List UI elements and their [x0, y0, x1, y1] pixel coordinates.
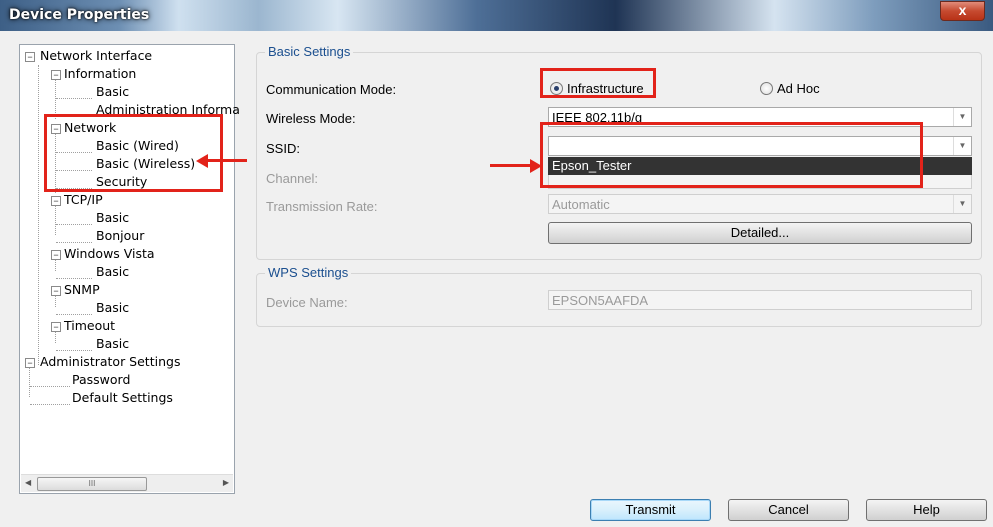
- tree-item-timeout-basic[interactable]: Basic: [96, 336, 129, 351]
- tree-connector: [55, 331, 56, 343]
- device-name-value: EPSON5AAFDA: [552, 293, 649, 308]
- tree-item-network-interface[interactable]: Network Interface: [40, 48, 152, 63]
- tree-item-information[interactable]: Information: [64, 66, 136, 81]
- properties-panel: Basic Settings Communication Mode: Infra…: [246, 38, 993, 486]
- tree-connector: [56, 224, 92, 225]
- window-title: Device Properties: [9, 7, 150, 23]
- communication-mode-label: Communication Mode:: [266, 82, 397, 97]
- detailed-button[interactable]: Detailed...: [548, 222, 972, 244]
- collapse-icon[interactable]: −: [51, 250, 61, 260]
- tree-connector: [55, 205, 56, 235]
- annotation-arrowhead-left: [196, 154, 208, 168]
- scroll-thumb[interactable]: III: [37, 477, 147, 491]
- transmission-rate-label: Transmission Rate:: [266, 199, 378, 214]
- basic-settings-title: Basic Settings: [265, 44, 354, 59]
- tree-item-snmp[interactable]: SNMP: [64, 282, 100, 297]
- transmit-button[interactable]: Transmit: [590, 499, 711, 521]
- title-bar: Device Properties x: [0, 0, 993, 31]
- tree-item-tcpip[interactable]: TCP/IP: [64, 192, 103, 207]
- channel-label: Channel:: [266, 171, 319, 186]
- ssid-label: SSID:: [266, 141, 300, 156]
- tree-item-snmp-basic[interactable]: Basic: [96, 300, 129, 315]
- tree-connector: [56, 98, 92, 99]
- collapse-icon[interactable]: −: [51, 322, 61, 332]
- tree-connector: [38, 65, 39, 365]
- chevron-down-icon[interactable]: ▼: [953, 108, 971, 126]
- tree-item-bonjour[interactable]: Bonjour: [96, 228, 144, 243]
- wps-settings-title: WPS Settings: [265, 265, 352, 280]
- tree-connector: [55, 79, 56, 119]
- close-button[interactable]: x: [940, 1, 985, 21]
- tree-connector: [56, 242, 92, 243]
- tree-connector: [30, 386, 70, 387]
- tree-item-default-settings[interactable]: Default Settings: [72, 390, 173, 405]
- annotation-arrow-left: [207, 159, 247, 162]
- cancel-button[interactable]: Cancel: [728, 499, 849, 521]
- grip-icon: III: [88, 479, 96, 488]
- tree-connector: [56, 350, 92, 351]
- wireless-mode-label: Wireless Mode:: [266, 111, 356, 126]
- collapse-icon[interactable]: −: [51, 196, 61, 206]
- annotation-arrow-right: [490, 164, 530, 167]
- collapse-icon[interactable]: −: [25, 358, 35, 368]
- close-icon: x: [958, 2, 967, 18]
- collapse-icon[interactable]: −: [51, 70, 61, 80]
- radio-adhoc[interactable]: [760, 82, 773, 95]
- tree-connector: [29, 367, 30, 397]
- settings-tree[interactable]: − Network Interface − Information Basic …: [19, 44, 240, 494]
- tree-item-administrator-settings[interactable]: Administrator Settings: [40, 354, 180, 369]
- transmission-rate-select[interactable]: Automatic ▼: [548, 194, 972, 214]
- tree-item-password[interactable]: Password: [72, 372, 130, 387]
- tree-connector: [30, 404, 70, 405]
- annotation-highlight-network: [44, 114, 223, 192]
- chevron-down-icon[interactable]: ▼: [953, 137, 971, 155]
- tree-connector: [55, 295, 56, 307]
- scroll-right-icon[interactable]: ▶: [223, 478, 229, 487]
- annotation-arrowhead-right: [530, 159, 542, 173]
- scroll-left-icon[interactable]: ◀: [25, 478, 31, 487]
- tree-connector: [55, 259, 56, 271]
- help-button[interactable]: Help: [866, 499, 987, 521]
- device-name-label: Device Name:: [266, 295, 348, 310]
- tree-item-windows-vista[interactable]: Windows Vista: [64, 246, 155, 261]
- adhoc-label[interactable]: Ad Hoc: [777, 81, 820, 96]
- tree-connector: [56, 278, 92, 279]
- tree-item-tcpip-basic[interactable]: Basic: [96, 210, 129, 225]
- tree-horizontal-scrollbar[interactable]: ◀ III ▶: [21, 474, 233, 492]
- transmission-rate-value: Automatic: [552, 197, 610, 212]
- device-name-field[interactable]: EPSON5AAFDA: [548, 290, 972, 310]
- collapse-icon[interactable]: −: [51, 286, 61, 296]
- tree-connector: [56, 314, 92, 315]
- tree-item-vista-basic[interactable]: Basic: [96, 264, 129, 279]
- tree-item-info-basic[interactable]: Basic: [96, 84, 129, 99]
- tree-item-timeout[interactable]: Timeout: [64, 318, 115, 333]
- annotation-highlight-ssid: [540, 122, 923, 188]
- collapse-icon[interactable]: −: [25, 52, 35, 62]
- annotation-highlight-infrastructure: [540, 68, 656, 98]
- chevron-down-icon[interactable]: ▼: [953, 195, 971, 213]
